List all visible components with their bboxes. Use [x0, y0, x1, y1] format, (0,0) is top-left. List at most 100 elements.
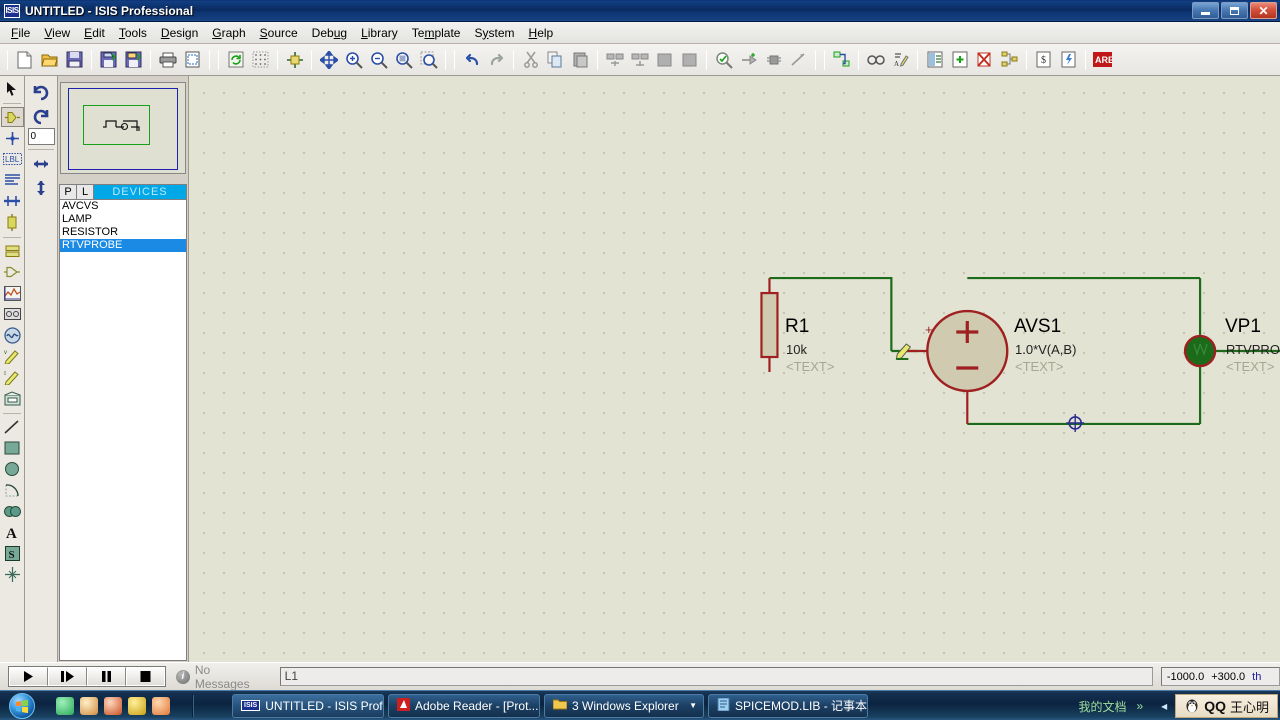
- cut-icon[interactable]: [519, 48, 542, 71]
- print-area-icon[interactable]: [181, 48, 204, 71]
- tray-collapse-icon[interactable]: ◂: [1161, 699, 1167, 713]
- messenger-icon[interactable]: [56, 696, 74, 715]
- current-probe-mode[interactable]: I: [1, 367, 24, 387]
- symbol-tool[interactable]: S: [1, 543, 24, 563]
- line-tool[interactable]: [1, 417, 24, 437]
- menu-debug[interactable]: Debug: [305, 24, 354, 42]
- search-tag-icon[interactable]: [864, 48, 887, 71]
- overview-panel[interactable]: [60, 82, 186, 174]
- zoom-all-icon[interactable]: [417, 48, 440, 71]
- block-copy-icon[interactable]: [603, 48, 626, 71]
- taskbar-button-isis[interactable]: ISIS UNTITLED - ISIS Profe...: [232, 693, 384, 718]
- block-rotate-icon[interactable]: [653, 48, 676, 71]
- block-delete-icon[interactable]: [678, 48, 701, 71]
- device-pins-mode[interactable]: [1, 262, 24, 282]
- pan-icon[interactable]: [317, 48, 340, 71]
- penguin-icon[interactable]: [104, 696, 122, 715]
- tray-documents-label[interactable]: 我的文档: [1078, 698, 1126, 715]
- save-file-icon[interactable]: [63, 48, 86, 71]
- undo-icon[interactable]: [460, 48, 483, 71]
- menu-template[interactable]: Template: [405, 24, 468, 42]
- pick-device-icon[interactable]: [712, 48, 735, 71]
- taskbar-button-notepad[interactable]: SPICEMOD.LIB - 记事本: [708, 693, 868, 718]
- remove-sheet-icon[interactable]: [973, 48, 996, 71]
- make-device-icon[interactable]: [737, 48, 760, 71]
- marker-tool[interactable]: [1, 564, 24, 584]
- menu-graph[interactable]: Graph: [205, 24, 252, 42]
- circle-tool[interactable]: [1, 459, 24, 479]
- qq-tray-item[interactable]: QQ 王心明: [1175, 694, 1278, 718]
- devices-column-p[interactable]: P: [60, 185, 77, 200]
- design-explorer-icon[interactable]: [923, 48, 946, 71]
- component-text-r1[interactable]: <TEXT>: [786, 359, 834, 374]
- zoom-area-icon[interactable]: [392, 48, 415, 71]
- menu-source[interactable]: Source: [253, 24, 305, 42]
- buses-mode[interactable]: [1, 191, 24, 211]
- generator-mode[interactable]: [1, 325, 24, 345]
- rotate-clockwise-icon[interactable]: [28, 80, 54, 102]
- browser-icon[interactable]: [128, 696, 146, 715]
- voltage-probe-mode[interactable]: v: [1, 346, 24, 366]
- wire-label-mode[interactable]: LBL: [1, 149, 24, 169]
- hierarchy-icon[interactable]: [998, 48, 1021, 71]
- component-text-vp1[interactable]: <TEXT>: [1226, 359, 1274, 374]
- electrical-rules-check-icon[interactable]: [1057, 48, 1080, 71]
- maximize-button[interactable]: [1221, 2, 1248, 19]
- decompose-icon[interactable]: [787, 48, 810, 71]
- mirror-vertical-icon[interactable]: [28, 177, 54, 199]
- close-button[interactable]: ✕: [1250, 2, 1277, 19]
- pause-button[interactable]: [87, 667, 126, 686]
- menu-edit[interactable]: Edit: [77, 24, 112, 42]
- text-script-mode[interactable]: [1, 170, 24, 190]
- selection-mode[interactable]: [1, 78, 24, 98]
- component-mode[interactable]: [0, 107, 24, 127]
- menu-view[interactable]: View: [37, 24, 77, 42]
- open-file-icon[interactable]: [38, 48, 61, 71]
- tray-overflow-chevron[interactable]: »: [1136, 699, 1143, 713]
- text-tool[interactable]: A: [1, 522, 24, 542]
- zoom-in-icon[interactable]: [342, 48, 365, 71]
- minimize-button[interactable]: [1192, 2, 1219, 19]
- paste-icon[interactable]: [569, 48, 592, 71]
- junction-dot-mode[interactable]: [1, 128, 24, 148]
- new-sheet-icon[interactable]: [948, 48, 971, 71]
- property-assignment-icon[interactable]: A: [889, 48, 912, 71]
- wire-autorouter-icon[interactable]: [830, 48, 853, 71]
- zoom-out-icon[interactable]: [367, 48, 390, 71]
- virtual-instrument-mode[interactable]: [1, 388, 24, 408]
- tape-recorder-mode[interactable]: [1, 304, 24, 324]
- component-value-avs1[interactable]: 1.0*V(A,B): [1015, 342, 1076, 357]
- taskbar-button-explorer[interactable]: 3 Windows Explorer ▼: [544, 693, 704, 718]
- box-tool[interactable]: [1, 438, 24, 458]
- menu-file[interactable]: File: [4, 24, 37, 42]
- copy-icon[interactable]: [544, 48, 567, 71]
- chevron-down-icon[interactable]: ▼: [689, 701, 697, 710]
- rotation-angle-input[interactable]: 0: [27, 128, 55, 145]
- status-field[interactable]: L1: [279, 667, 1153, 686]
- component-label-r1[interactable]: R1: [785, 316, 809, 338]
- play-button[interactable]: [9, 667, 48, 686]
- mirror-horizontal-icon[interactable]: [28, 153, 54, 175]
- redo-icon[interactable]: [485, 48, 508, 71]
- menu-library[interactable]: Library: [354, 24, 405, 42]
- origin-icon[interactable]: [283, 48, 306, 71]
- bill-of-materials-icon[interactable]: $: [1032, 48, 1055, 71]
- component-value-r1[interactable]: 10k: [786, 342, 807, 357]
- stop-button[interactable]: [126, 667, 165, 686]
- list-item-selected[interactable]: RTVPROBE: [60, 239, 186, 252]
- grid-toggle-icon[interactable]: [249, 48, 272, 71]
- print-icon[interactable]: [156, 48, 179, 71]
- import-section-icon[interactable]: [97, 48, 120, 71]
- schematic-canvas[interactable]: R1 10k <TEXT> AVS1 1.0*V(A,B) <TEXT> + V…: [188, 76, 1280, 662]
- menu-system[interactable]: System: [467, 24, 521, 42]
- devices-column-l[interactable]: L: [77, 185, 94, 200]
- new-file-icon[interactable]: [13, 48, 36, 71]
- menu-tools[interactable]: Tools: [112, 24, 154, 42]
- arc-tool[interactable]: [1, 480, 24, 500]
- ares-netlist-icon[interactable]: ARES: [1091, 48, 1114, 71]
- step-button[interactable]: [48, 667, 87, 686]
- component-text-avs1[interactable]: <TEXT>: [1015, 359, 1063, 374]
- subcircuit-mode[interactable]: [1, 212, 24, 232]
- list-item[interactable]: AVCVS: [60, 200, 186, 213]
- taskbar-button-adobe[interactable]: Adobe Reader - [Prot...: [388, 693, 540, 718]
